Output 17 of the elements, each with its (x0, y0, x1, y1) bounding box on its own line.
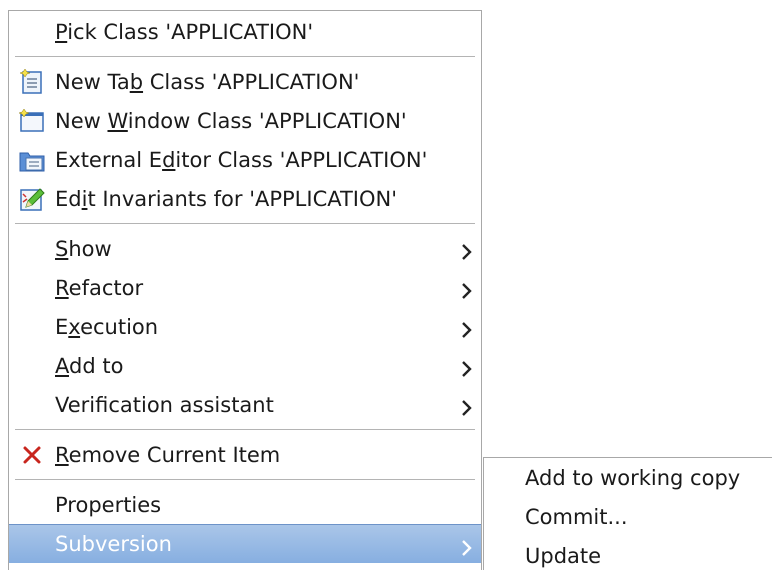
menu-item[interactable]: Remove Current Item (9, 435, 481, 474)
pencil-document-icon (19, 186, 45, 212)
menu-item[interactable]: Add to (9, 346, 481, 385)
menu-item[interactable]: Add to working copy (484, 458, 772, 497)
menu-item[interactable]: Pick Class 'APPLICATION' (9, 12, 481, 51)
menu-item[interactable]: Commit... (484, 497, 772, 536)
menu-item[interactable]: New Window Class 'APPLICATION' (9, 101, 481, 140)
menu-item[interactable]: Execution (9, 307, 481, 346)
menu-item[interactable]: External Editor Class 'APPLICATION' (9, 140, 481, 179)
menu-item[interactable]: Show (9, 229, 481, 268)
menu-item[interactable]: Edit Invariants for 'APPLICATION' (9, 179, 481, 218)
close-icon (22, 444, 42, 464)
menu-item[interactable]: Update (484, 536, 772, 570)
menu-item[interactable]: Refactor (9, 268, 481, 307)
menu-item[interactable]: New Tab Class 'APPLICATION' (9, 62, 481, 101)
menu-item[interactable]: Verification assistant (9, 385, 481, 424)
menu-item[interactable]: Properties (9, 485, 481, 524)
